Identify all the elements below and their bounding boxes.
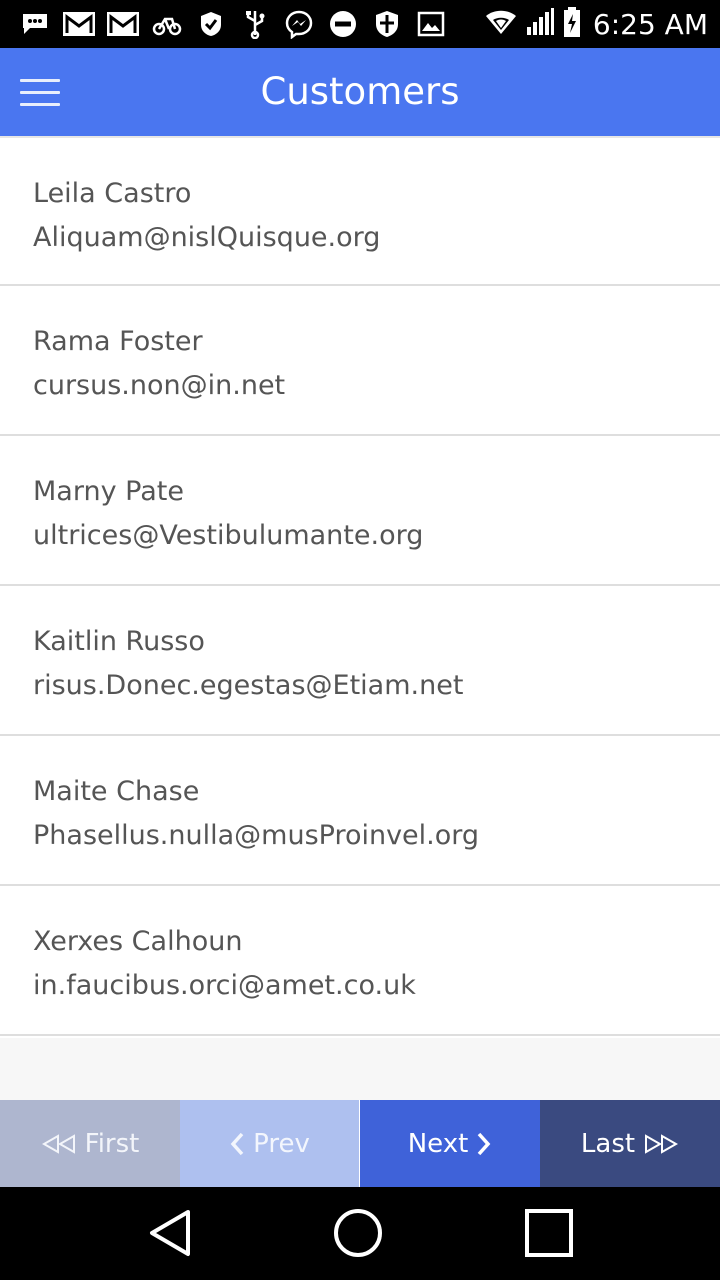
battery-charging-icon [563, 6, 581, 43]
customer-list-item[interactable]: Xerxes Calhoun in.faucibus.orci@amet.co.… [0, 886, 720, 1036]
image-icon [414, 8, 448, 40]
customer-name: Maite Chase [33, 776, 200, 807]
chevron-right-icon [477, 1132, 491, 1155]
cell-signal-icon [525, 7, 555, 42]
last-page-button[interactable]: Last [540, 1100, 720, 1187]
do-not-disturb-icon [326, 8, 360, 40]
bike-icon [150, 8, 184, 40]
notification-icons [18, 8, 448, 40]
customer-list: Leila Castro Aliquam@nislQuisque.org Ram… [0, 136, 720, 1036]
chevron-left-icon [230, 1132, 244, 1155]
recents-square-icon[interactable] [519, 1205, 579, 1261]
customer-name: Marny Pate [33, 476, 184, 507]
customer-email: Aliquam@nislQuisque.org [33, 222, 381, 253]
list-empty-area [0, 1038, 720, 1100]
home-circle-icon[interactable] [328, 1205, 388, 1261]
check-badge-icon [194, 8, 228, 40]
customer-email: in.faucibus.orci@amet.co.uk [33, 970, 416, 1001]
customer-name: Kaitlin Russo [33, 626, 205, 657]
customer-name: Leila Castro [33, 178, 192, 209]
last-page-label: Last [580, 1128, 636, 1159]
chat-bubble-icon [18, 8, 52, 40]
wifi-icon [485, 8, 517, 41]
gmail-icon [62, 8, 96, 40]
next-page-button[interactable]: Next [360, 1100, 540, 1187]
system-nav-bar [0, 1187, 720, 1280]
customer-email: risus.Donec.egestas@Etiam.net [33, 670, 464, 701]
customer-list-item[interactable]: Marny Pate ultrices@Vestibulumante.org [0, 436, 720, 586]
double-chevron-right-icon [645, 1133, 679, 1154]
double-chevron-left-icon [41, 1133, 75, 1154]
page-title: Customers [260, 70, 460, 113]
next-page-label: Next [407, 1128, 469, 1159]
first-page-button[interactable]: First [0, 1100, 180, 1187]
hamburger-menu-icon[interactable] [14, 68, 66, 116]
shield-icon [370, 8, 404, 40]
customer-name: Rama Foster [33, 326, 203, 357]
back-triangle-icon[interactable] [140, 1205, 200, 1261]
customer-list-item[interactable]: Maite Chase Phasellus.nulla@musProinvel.… [0, 736, 720, 886]
customer-email: Phasellus.nulla@musProinvel.org [33, 820, 480, 851]
customer-list-item[interactable]: Leila Castro Aliquam@nislQuisque.org [0, 136, 720, 286]
system-status: 6:25 AM [485, 0, 708, 48]
app-bar: Customers [0, 48, 720, 136]
customer-name: Xerxes Calhoun [33, 926, 243, 957]
status-bar: 6:25 AM [0, 0, 720, 48]
prev-page-button[interactable]: Prev [180, 1100, 360, 1187]
customer-email: ultrices@Vestibulumante.org [33, 520, 424, 551]
prev-page-label: Prev [253, 1128, 310, 1159]
pagination-bar: First Prev Next Last [0, 1100, 720, 1187]
customer-email: cursus.non@in.net [33, 370, 286, 401]
customer-list-item[interactable]: Kaitlin Russo risus.Donec.egestas@Etiam.… [0, 586, 720, 736]
gmail-icon [106, 8, 140, 40]
first-page-label: First [84, 1128, 140, 1159]
clock-time: 6:25 AM [592, 7, 708, 41]
customer-list-item[interactable]: Rama Foster cursus.non@in.net [0, 286, 720, 436]
messenger-icon [282, 8, 316, 40]
usb-icon [238, 8, 272, 40]
